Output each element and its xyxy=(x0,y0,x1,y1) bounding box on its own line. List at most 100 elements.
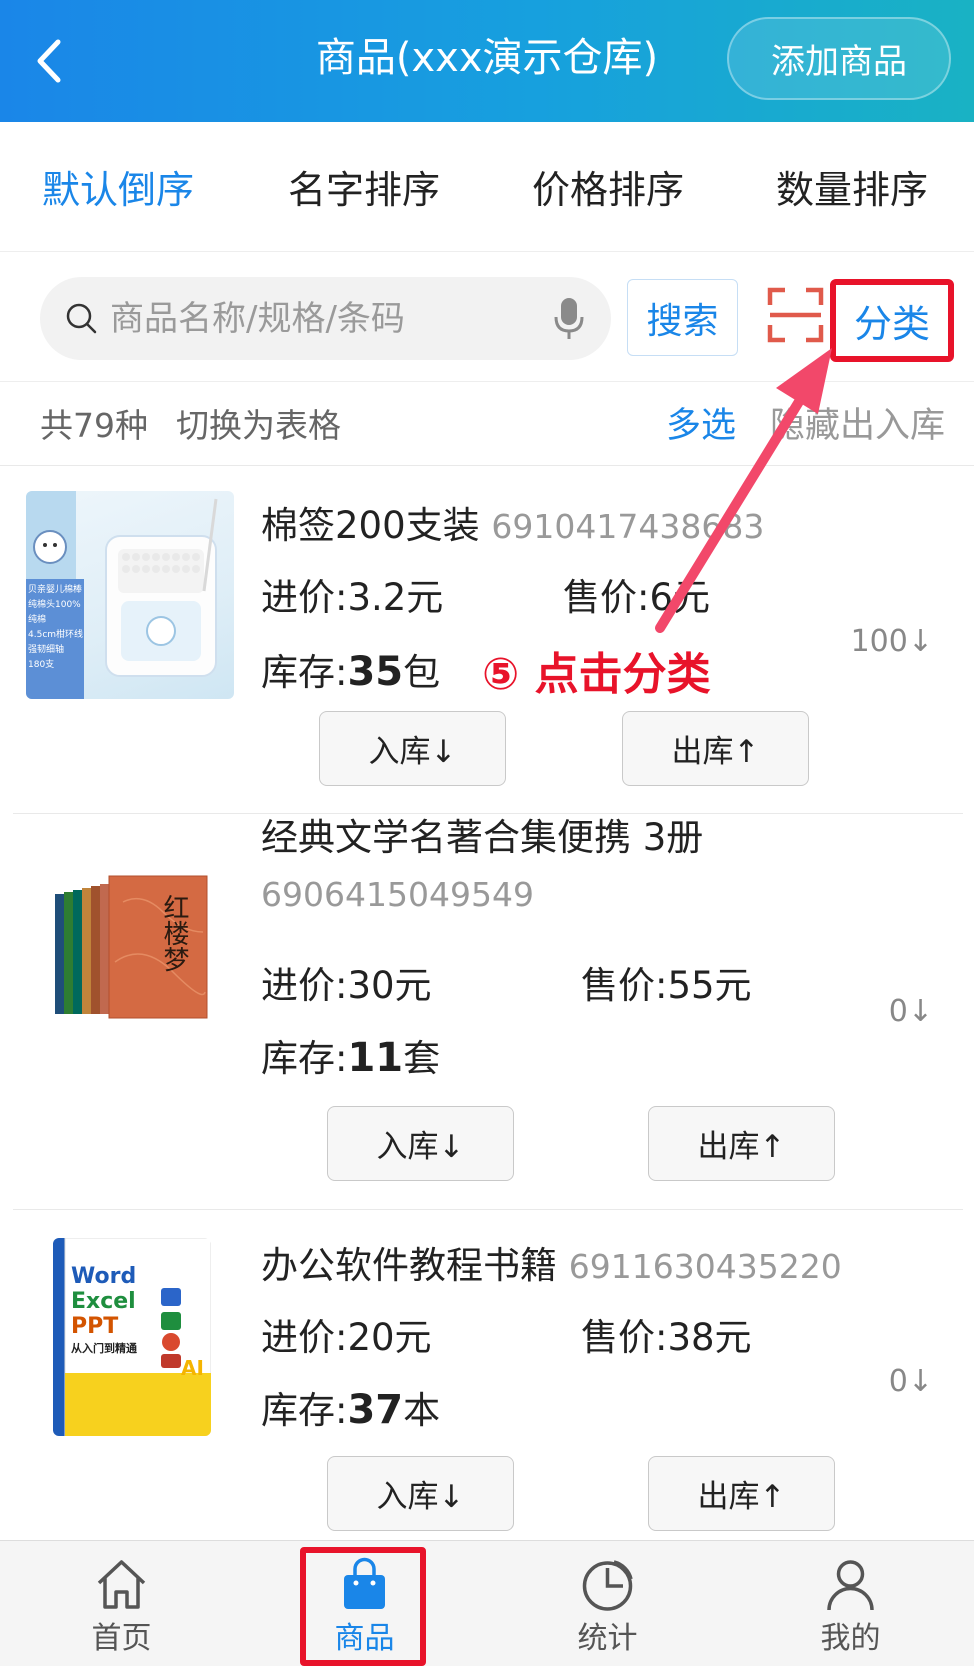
thumbnail-text-line: 180支 xyxy=(28,660,55,670)
product-count: 共79种 xyxy=(40,406,148,445)
product-name: 经典文学名著合集便携 3册 xyxy=(261,816,704,859)
purchase-price: 进价:20元 xyxy=(261,1312,432,1364)
book-title-text: 红楼梦 xyxy=(159,894,189,972)
stock: 库存:35包 xyxy=(261,646,440,699)
product-name-row: 经典文学名著合集便携 3册 6906415049549 xyxy=(261,810,911,923)
tab-label: 统计 xyxy=(577,1621,638,1656)
hide-io-link[interactable]: 隐藏出入库 xyxy=(770,404,945,448)
stock-quantity: 11 xyxy=(347,1035,404,1081)
stock-out-button[interactable]: 出库↑ xyxy=(648,1106,835,1181)
purchase-price-value: 30元 xyxy=(347,964,432,1007)
product-name-row: 办公软件教程书籍 6911630435220 xyxy=(261,1238,911,1295)
header-bar: 商品(xxx演示仓库) 添加商品 xyxy=(0,0,974,122)
sale-price: 售价:38元 xyxy=(581,1312,752,1364)
sale-price-label: 售价: xyxy=(563,576,650,619)
purchase-price: 进价:30元 xyxy=(261,960,432,1012)
tab-statistics[interactable]: 统计 xyxy=(486,1541,729,1666)
book-cover-ai: AI xyxy=(181,1356,204,1380)
user-icon xyxy=(827,1560,874,1611)
product-name: 棉签200支装 xyxy=(261,504,480,547)
stock-label: 库存: xyxy=(261,1037,348,1080)
stock-label: 库存: xyxy=(261,1389,348,1432)
flow-count: 0↓ xyxy=(888,994,933,1029)
add-product-button[interactable]: 添加商品 xyxy=(727,17,951,100)
home-icon xyxy=(97,1560,146,1609)
bottom-tab-bar: 首页 商品 统计 我的 xyxy=(0,1540,974,1666)
stock-in-button[interactable]: 入库↓ xyxy=(327,1456,514,1531)
sale-price: 售价:55元 xyxy=(581,960,752,1012)
thumbnail-text-line: 贝亲婴儿棉棒 xyxy=(28,585,83,595)
product-item[interactable]: 红楼梦 经典文学名著合集便携 3册 6906415049549 进价:30元 售… xyxy=(13,814,963,1210)
pie-chart-icon xyxy=(582,1560,633,1611)
search-icon xyxy=(66,303,97,334)
product-item[interactable]: Word Excel PPT 从入门到精通 AI 办公软件教程书籍 691163… xyxy=(13,1210,963,1540)
stock-label: 库存: xyxy=(261,651,348,694)
product-barcode: 6911630435220 xyxy=(568,1247,842,1286)
stock-unit: 包 xyxy=(403,651,441,694)
purchase-price-label: 进价: xyxy=(261,964,348,1007)
flow-count: 0↓ xyxy=(888,1364,933,1399)
purchase-price: 进价:3.2元 xyxy=(261,572,443,624)
stock-in-button[interactable]: 入库↓ xyxy=(319,711,506,786)
book-cover-line-ppt: PPT xyxy=(71,1314,119,1339)
sort-tab-quantity[interactable]: 数量排序 xyxy=(776,162,928,218)
app-screen: 商品(xxx演示仓库) 添加商品 默认倒序 名字排序 价格排序 数量排序 搜索 … xyxy=(0,0,974,1666)
sort-tab-price[interactable]: 价格排序 xyxy=(532,162,684,218)
back-button[interactable] xyxy=(30,34,78,88)
purchase-price-label: 进价: xyxy=(261,1316,348,1359)
tab-mine[interactable]: 我的 xyxy=(729,1541,972,1666)
book-cover-subtitle: 从入门到精通 xyxy=(71,1342,137,1355)
tab-label: 商品 xyxy=(334,1621,395,1656)
sort-tabs: 默认倒序 名字排序 价格排序 数量排序 xyxy=(0,122,974,252)
thumbnail-text-line: 强韧细轴 xyxy=(28,645,65,655)
sale-price: 售价:6元 xyxy=(563,572,710,624)
shopping-bag-icon xyxy=(344,1557,385,1609)
purchase-price-label: 进价: xyxy=(261,576,348,619)
multi-select-link[interactable]: 多选 xyxy=(666,404,736,448)
tab-label: 首页 xyxy=(91,1621,152,1656)
stock-out-button[interactable]: 出库↑ xyxy=(622,711,809,786)
stock-unit: 本 xyxy=(403,1389,441,1432)
purchase-price-value: 20元 xyxy=(347,1316,432,1359)
search-box xyxy=(40,277,611,360)
stock: 库存:37本 xyxy=(261,1384,440,1437)
category-button[interactable]: 分类 xyxy=(830,279,954,362)
sort-tab-default[interactable]: 默认倒序 xyxy=(42,162,194,218)
book-cover-line-excel: Excel xyxy=(71,1289,136,1314)
tutorial-annotation: ⑤ 点击分类 xyxy=(482,649,711,700)
product-item[interactable]: 贝亲婴儿棉棒 纯棉头100%纯棉 4.5cm柑环线 强韧细轴 180支 棉签20… xyxy=(13,466,963,814)
stock: 库存:11套 xyxy=(261,1032,440,1085)
tab-label: 我的 xyxy=(820,1621,881,1656)
sale-price-value: 6元 xyxy=(649,576,711,619)
thumbnail-text: 贝亲婴儿棉棒 纯棉头100%纯棉 4.5cm柑环线 强韧细轴 180支 xyxy=(28,583,84,673)
product-barcode: 6906415049549 xyxy=(261,875,534,914)
scan-icon[interactable] xyxy=(767,285,824,345)
search-row: 搜索 分类 xyxy=(0,252,974,382)
product-name: 办公软件教程书籍 xyxy=(261,1244,557,1287)
sale-price-label: 售价: xyxy=(581,964,668,1007)
stock-out-button[interactable]: 出库↑ xyxy=(648,1456,835,1531)
search-input[interactable] xyxy=(110,291,540,347)
product-thumbnail: 红楼梦 xyxy=(53,872,211,1022)
product-barcode: 6910417438683 xyxy=(491,507,765,546)
chevron-left-icon xyxy=(37,39,61,83)
info-bar: 共79种 切换为表格 多选 隐藏出入库 xyxy=(0,382,974,466)
thumbnail-text-line: 纯棉头100%纯棉 xyxy=(28,600,81,625)
book-cover-title: Word Excel PPT xyxy=(71,1264,161,1339)
thumbnail-text-line: 4.5cm柑环线 xyxy=(28,630,84,640)
switch-table-link[interactable]: 切换为表格 xyxy=(176,404,341,448)
stock-in-button[interactable]: 入库↓ xyxy=(327,1106,514,1181)
product-name-row: 棉签200支装 6910417438683 xyxy=(261,498,911,555)
sale-price-value: 38元 xyxy=(667,1316,752,1359)
microphone-icon[interactable] xyxy=(552,296,586,342)
book-cover-line-word: Word xyxy=(71,1264,137,1289)
tab-products[interactable]: 商品 xyxy=(243,1541,486,1666)
sale-price-value: 55元 xyxy=(667,964,752,1007)
product-thumbnail: 贝亲婴儿棉棒 纯棉头100%纯棉 4.5cm柑环线 强韧细轴 180支 xyxy=(26,491,234,699)
tab-home[interactable]: 首页 xyxy=(0,1541,243,1666)
sort-tab-name[interactable]: 名字排序 xyxy=(288,162,440,218)
search-button[interactable]: 搜索 xyxy=(627,279,738,356)
flow-count: 100↓ xyxy=(850,624,933,659)
stock-quantity: 35 xyxy=(347,649,404,695)
stock-quantity: 37 xyxy=(347,1387,404,1433)
